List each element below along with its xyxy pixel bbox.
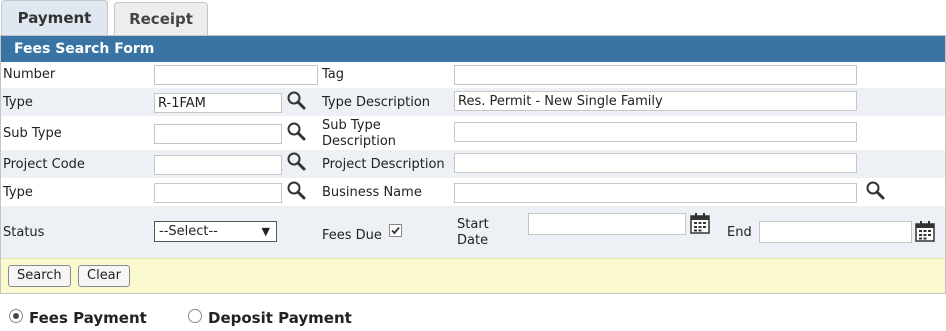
number-label: Number (3, 67, 56, 82)
form-title: Fees Search Form (1, 36, 945, 62)
type-input[interactable] (154, 93, 282, 113)
type-label: Type (3, 95, 33, 110)
tab-receipt[interactable]: Receipt (114, 2, 208, 35)
type-description-label: Type Description (322, 95, 431, 110)
deposit-payment-radio[interactable] (188, 309, 202, 323)
sub-type-input[interactable] (154, 124, 282, 144)
tag-input[interactable] (454, 65, 857, 85)
number-input[interactable] (154, 65, 318, 85)
start-date-input[interactable] (528, 213, 686, 235)
start-date-label-line2: Date (457, 233, 489, 248)
type2-magnifier-icon[interactable] (286, 180, 306, 200)
end-date-calendar-icon[interactable] (915, 220, 935, 242)
sub-type-description-input[interactable] (454, 122, 857, 142)
type2-label: Type (3, 185, 33, 200)
end-date-label: End (727, 225, 752, 240)
tab-payment[interactable]: Payment (1, 0, 108, 35)
project-code-input[interactable] (154, 155, 282, 175)
business-name-magnifier-icon[interactable] (865, 180, 885, 200)
fees-payment-label[interactable]: Fees Payment (29, 309, 147, 327)
project-description-label: Project Description (322, 157, 445, 172)
caret-down-icon: ▼ (261, 225, 270, 238)
business-name-input[interactable] (454, 183, 857, 203)
deposit-payment-label[interactable]: Deposit Payment (208, 309, 352, 327)
checkmark-icon (391, 226, 400, 235)
clear-button[interactable]: Clear (78, 265, 130, 287)
status-label: Status (3, 225, 45, 240)
sub-type-description-label-line2: Description (322, 134, 397, 149)
end-date-input[interactable] (759, 221, 912, 243)
business-name-label: Business Name (322, 185, 422, 200)
project-code-magnifier-icon[interactable] (286, 151, 306, 171)
type-description-input[interactable] (454, 91, 857, 111)
form-actions-bar (1, 258, 945, 293)
status-selected-value: --Select-- (159, 224, 218, 239)
start-date-label-line1: Start (457, 217, 489, 232)
sub-type-label: Sub Type (3, 126, 62, 141)
project-description-input[interactable] (454, 153, 857, 173)
search-button[interactable]: Search (8, 265, 71, 287)
project-code-label: Project Code (3, 157, 85, 172)
fees-payment-radio[interactable] (9, 309, 23, 323)
tag-label: Tag (322, 67, 345, 82)
fees-due-label: Fees Due (322, 228, 382, 243)
fees-due-checkbox[interactable] (389, 224, 402, 237)
sub-type-description-label-line1: Sub Type (322, 118, 381, 133)
type-magnifier-icon[interactable] (286, 90, 306, 110)
status-select[interactable]: --Select-- ▼ (154, 221, 277, 242)
type2-input[interactable] (154, 183, 282, 203)
sub-type-magnifier-icon[interactable] (286, 121, 306, 141)
start-date-calendar-icon[interactable] (690, 212, 710, 234)
